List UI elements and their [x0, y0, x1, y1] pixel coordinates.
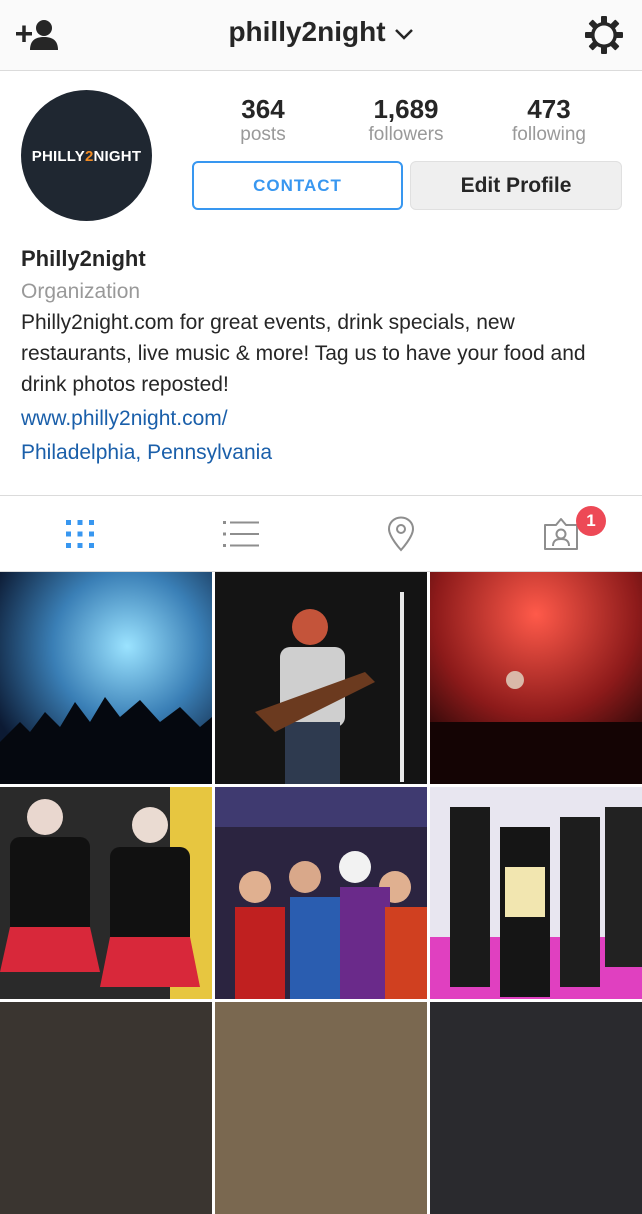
grid-photo-superhero-party[interactable] [215, 787, 427, 999]
tab-location[interactable] [321, 496, 481, 571]
stat-posts-label: posts [240, 124, 286, 145]
grid-photo-partial-1[interactable] [0, 1002, 212, 1214]
stat-following-label: following [512, 124, 586, 145]
profile-website-link[interactable]: www.philly2night.com/ [21, 402, 621, 436]
stat-posts-value: 364 [241, 94, 285, 124]
tab-list[interactable] [161, 496, 321, 571]
stat-following[interactable]: 473 following [494, 94, 604, 146]
profile-location-link[interactable]: Philadelphia, Pennsylvania [21, 436, 621, 470]
edit-profile-button[interactable]: Edit Profile [410, 161, 622, 210]
grid-icon [66, 519, 94, 548]
chevron-down-icon [394, 28, 413, 40]
profile-bio: Philly2night Organization Philly2night.c… [21, 245, 621, 470]
stat-followers-label: followers [368, 124, 444, 145]
tab-grid[interactable] [0, 496, 160, 571]
profile-category: Organization [21, 280, 141, 303]
stat-followers[interactable]: 1,689 followers [351, 94, 461, 146]
profile-tabs: 1 [0, 495, 642, 572]
grid-photo-guitarist[interactable] [215, 572, 427, 784]
avatar-logo: PHILLY2NIGHT [31, 148, 142, 165]
grid-photo-concert-crowd-blue[interactable] [0, 572, 212, 784]
tagged-icon [544, 517, 578, 550]
grid-photo-craft-beer-glasses[interactable] [430, 787, 642, 999]
username-switcher[interactable]: philly2night [0, 16, 642, 48]
grid-photo-partial-3[interactable] [430, 1002, 642, 1214]
grid-photo-halloween-costumes[interactable] [0, 787, 212, 999]
profile-avatar[interactable]: PHILLY2NIGHT [21, 90, 152, 221]
profile-name: Philly2night [21, 246, 146, 271]
username-title: philly2night [228, 16, 386, 47]
list-icon [223, 520, 259, 547]
top-bar: philly2night [0, 0, 642, 71]
stat-posts[interactable]: 364 posts [208, 94, 318, 146]
contact-button[interactable]: CONTACT [192, 161, 403, 210]
stat-followers-value: 1,689 [373, 94, 439, 124]
tab-tagged[interactable]: 1 [481, 496, 641, 571]
grid-photo-partial-2[interactable] [215, 1002, 427, 1214]
grid-photo-dj-red-stage[interactable] [430, 572, 642, 784]
profile-description: Philly2night.com for great events, drink… [21, 311, 586, 396]
location-pin-icon [387, 515, 415, 551]
tagged-count-badge: 1 [576, 506, 606, 536]
stat-following-value: 473 [527, 94, 571, 124]
gear-icon[interactable] [584, 15, 624, 55]
